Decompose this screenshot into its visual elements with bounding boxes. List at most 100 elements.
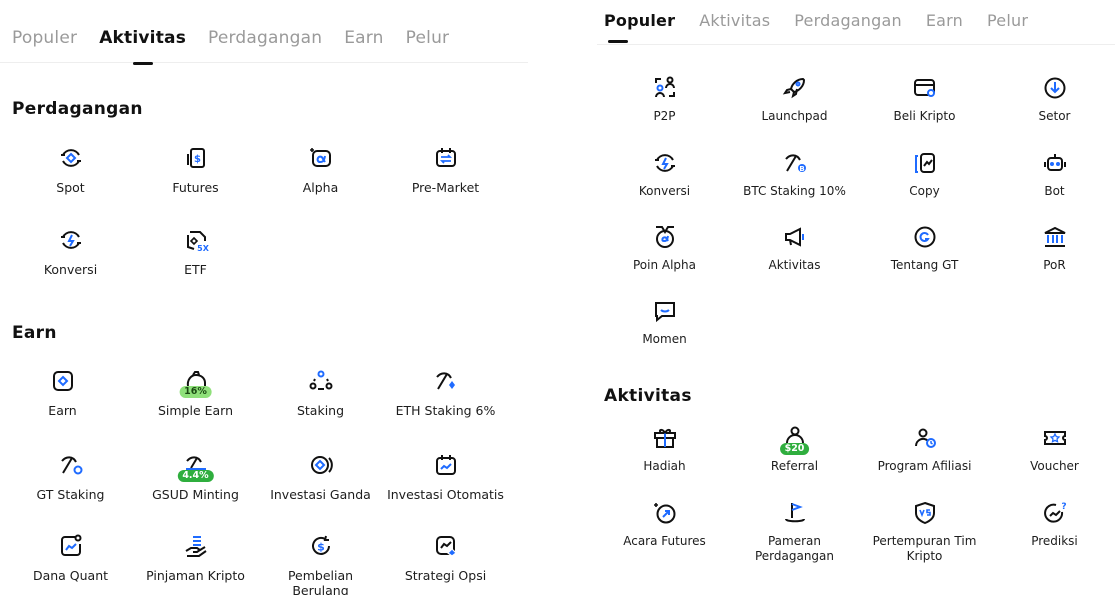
- menu-item-btc-staking[interactable]: B BTC Staking 10%: [732, 150, 857, 199]
- menu-item-label: BTC Staking 10%: [743, 184, 846, 198]
- svg-text:B: B: [799, 165, 804, 173]
- menu-item-bot[interactable]: Bot: [992, 150, 1115, 199]
- menu-item-label: Voucher: [1030, 459, 1079, 473]
- menu-item-label: Hadiah: [643, 459, 686, 473]
- tab-earn[interactable]: Earn: [344, 28, 383, 56]
- tab-aktivitas[interactable]: Aktivitas: [699, 11, 770, 36]
- menu-item-poin-alpha[interactable]: Poin Alpha: [602, 224, 727, 273]
- menu-item-futures[interactable]: $ Futures: [133, 145, 258, 195]
- menu-item-por[interactable]: PoR: [992, 224, 1115, 273]
- tab-divider: [597, 44, 1115, 45]
- menu-item-beli-kripto[interactable]: Beli Kripto: [862, 75, 987, 124]
- menu-item-p2p[interactable]: P2P: [602, 75, 727, 124]
- menu-item-label: Acara Futures: [623, 534, 706, 548]
- menu-item-pembelian-berulang[interactable]: $ Pembelian Berulang: [258, 533, 383, 595]
- menu-item-tentang-gt[interactable]: Tentang GT: [862, 224, 987, 273]
- rocket-icon: [782, 75, 808, 101]
- recurring-buy-icon: $: [308, 533, 334, 559]
- earn-icon: [50, 368, 76, 394]
- tab-divider: [0, 62, 528, 63]
- menu-item-label: Copy: [909, 184, 940, 198]
- menu-item-label: Setor: [1038, 109, 1071, 123]
- futures-event-icon: [652, 500, 678, 526]
- voucher-icon: [1042, 425, 1068, 451]
- tab-aktivitas[interactable]: Aktivitas: [99, 28, 186, 56]
- pickaxe-gt-icon: [58, 452, 84, 478]
- referral-icon: $20: [779, 425, 810, 455]
- menu-item-label: Staking: [296, 403, 345, 418]
- auto-invest-icon: [433, 452, 459, 478]
- category-tabs: Populer Aktivitas Perdagangan Earn Pelur: [0, 0, 528, 56]
- menu-item-program-afiliasi[interactable]: Program Afiliasi: [862, 425, 987, 474]
- menu-item-copy[interactable]: Copy: [862, 150, 987, 199]
- tab-populer[interactable]: Populer: [604, 11, 675, 36]
- menu-item-strategi-opsi[interactable]: Strategi Opsi: [383, 533, 508, 583]
- menu-item-label: Konversi: [43, 262, 98, 277]
- menu-item-label: Launchpad: [761, 109, 828, 123]
- menu-item-label: Prediksi: [1031, 534, 1078, 548]
- left-panel: Populer Aktivitas Perdagangan Earn Pelur…: [0, 0, 528, 595]
- menu-item-prediksi[interactable]: ? Prediksi: [992, 500, 1115, 549]
- menu-item-investasi-ganda[interactable]: Investasi Ganda: [258, 452, 383, 502]
- menu-item-earn[interactable]: Earn: [0, 368, 125, 418]
- menu-item-label: Konversi: [638, 184, 691, 198]
- apy-badge: 4.4%: [177, 470, 214, 482]
- flag-icon: [782, 500, 808, 526]
- menu-item-spot[interactable]: Spot: [8, 145, 133, 195]
- menu-item-eth-staking[interactable]: ETH Staking 6%: [383, 368, 508, 418]
- tab-peluncuran[interactable]: Pelur: [406, 28, 450, 56]
- bot-icon: [1042, 150, 1068, 176]
- menu-item-launchpad[interactable]: Launchpad: [732, 75, 857, 124]
- menu-item-etf[interactable]: 5X ETF: [133, 227, 258, 277]
- menu-item-label: PoR: [1043, 258, 1066, 272]
- menu-item-hadiah[interactable]: Hadiah: [602, 425, 727, 474]
- menu-item-label: Alpha: [302, 180, 339, 195]
- menu-item-staking[interactable]: Staking: [258, 368, 383, 418]
- menu-item-acara-futures[interactable]: Acara Futures: [602, 500, 727, 549]
- menu-item-pameran-perdagangan[interactable]: Pameran Perdagangan: [732, 500, 857, 564]
- menu-item-pre-market[interactable]: Pre-Market: [383, 145, 508, 195]
- buy-crypto-icon: [912, 75, 938, 101]
- affiliate-icon: [912, 425, 938, 451]
- menu-item-momen[interactable]: Momen: [602, 298, 727, 347]
- menu-item-label: Poin Alpha: [632, 258, 697, 272]
- menu-item-label: Referral: [770, 459, 819, 473]
- menu-item-alpha[interactable]: Alpha: [258, 145, 383, 195]
- section-title-perdagangan: Perdagangan: [12, 99, 143, 119]
- category-tabs: Populer Aktivitas Perdagangan Earn Pelur: [597, 0, 1115, 36]
- menu-item-pinjaman-kripto[interactable]: Pinjaman Kripto: [133, 533, 258, 583]
- menu-item-referral[interactable]: $20 Referral: [732, 425, 857, 474]
- tab-perdagangan[interactable]: Perdagangan: [794, 11, 902, 36]
- svg-text:?: ?: [1061, 502, 1066, 512]
- menu-item-gsud-minting[interactable]: 4.4% GSUD Minting: [133, 452, 258, 502]
- menu-item-label: Futures: [172, 180, 219, 195]
- tab-populer[interactable]: Populer: [12, 28, 77, 56]
- menu-item-setor[interactable]: Setor: [992, 75, 1115, 124]
- menu-item-label: Spot: [56, 180, 85, 195]
- options-strategy-icon: [433, 533, 459, 559]
- menu-item-aktivitas[interactable]: Aktivitas: [732, 224, 857, 273]
- alpha-medal-icon: [652, 224, 678, 250]
- menu-item-label: Pinjaman Kripto: [146, 568, 245, 583]
- tab-perdagangan[interactable]: Perdagangan: [208, 28, 322, 56]
- menu-item-label: Pembelian Berulang: [287, 568, 354, 595]
- menu-item-investasi-otomatis[interactable]: Investasi Otomatis: [383, 452, 508, 502]
- menu-item-label: Beli Kripto: [893, 109, 956, 123]
- menu-item-label: ETF: [184, 262, 207, 277]
- menu-item-voucher[interactable]: Voucher: [992, 425, 1115, 474]
- mint-icon: 4.4%: [177, 452, 214, 482]
- convert-icon: [652, 150, 678, 176]
- menu-item-label: Simple Earn: [157, 403, 234, 418]
- menu-item-simple-earn[interactable]: 16% Simple Earn: [133, 368, 258, 418]
- deposit-icon: [1042, 75, 1068, 101]
- menu-item-dana-quant[interactable]: Dana Quant: [8, 533, 133, 583]
- menu-item-label: Investasi Otomatis: [387, 487, 504, 502]
- tab-earn[interactable]: Earn: [926, 11, 963, 36]
- menu-item-konversi[interactable]: Konversi: [8, 227, 133, 277]
- menu-item-pertempuran-tim-kripto[interactable]: Pertempuran Tim Kripto: [862, 500, 987, 564]
- menu-item-gt-staking[interactable]: GT Staking: [8, 452, 133, 502]
- menu-item-konversi[interactable]: Konversi: [602, 150, 727, 199]
- menu-item-label: GT Staking: [36, 487, 105, 502]
- menu-item-label: Tentang GT: [890, 258, 959, 272]
- tab-peluncuran[interactable]: Pelur: [987, 11, 1028, 36]
